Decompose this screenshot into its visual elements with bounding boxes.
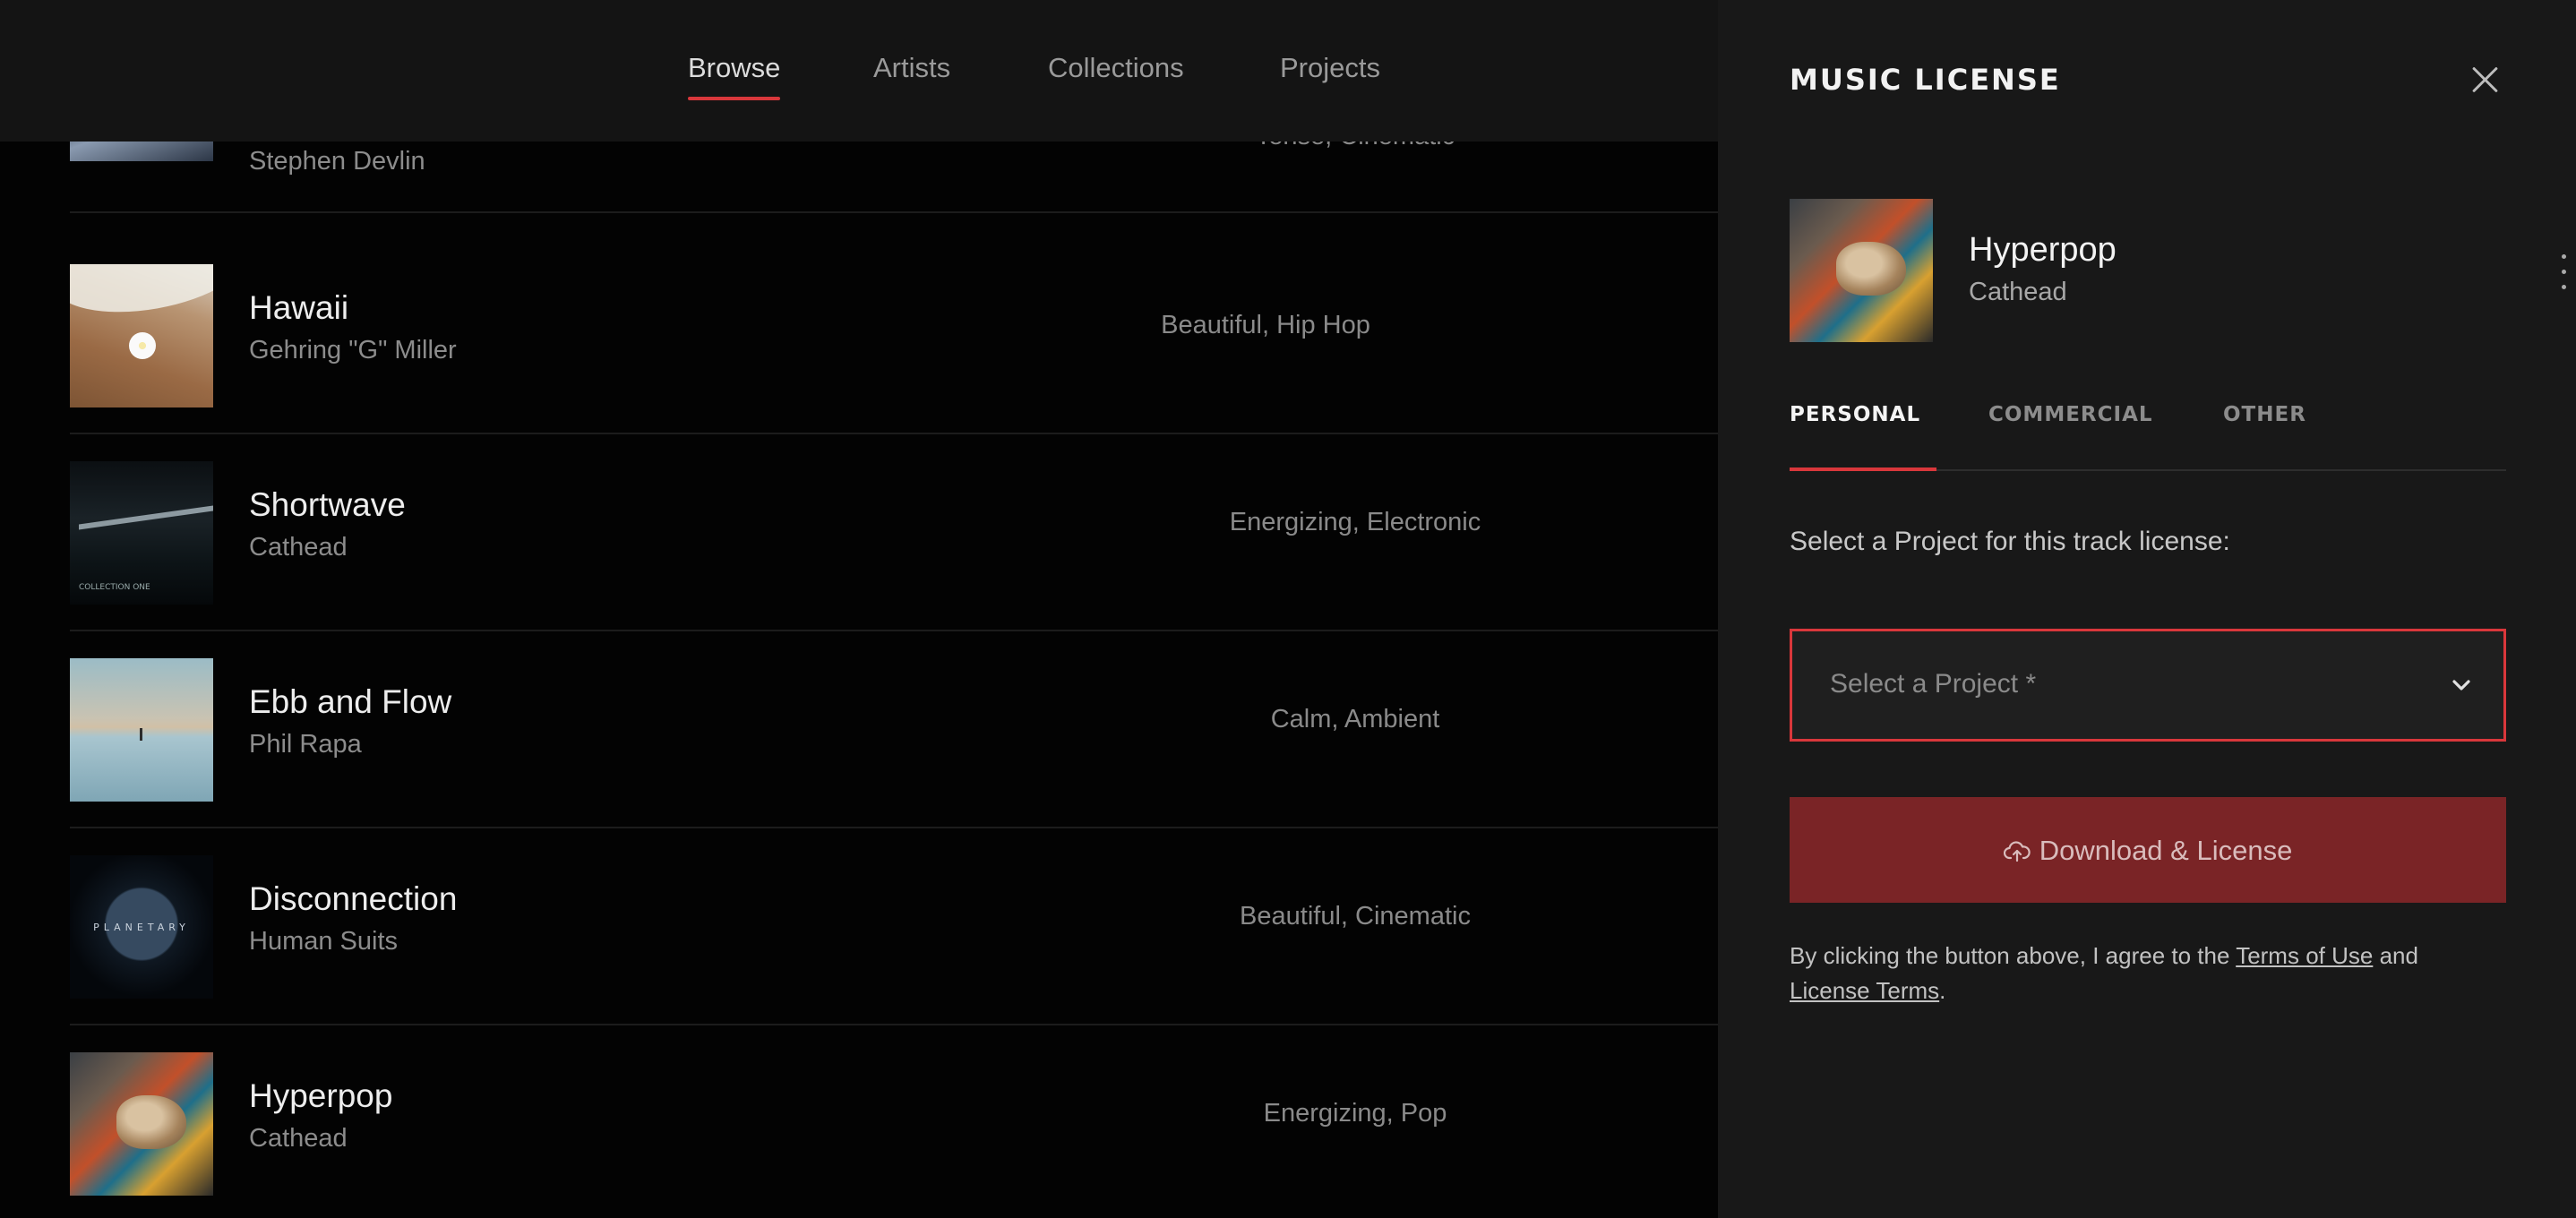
nav-label: Projects — [1280, 52, 1380, 83]
tab-other[interactable]: OTHER — [2223, 403, 2306, 426]
active-nav-indicator — [688, 97, 781, 100]
tag[interactable]: Ambient — [1331, 705, 1439, 733]
download-label: Download & License — [2039, 835, 2293, 866]
track-list: Stephen Devlin TenseCinematic Hawaii Geh… — [0, 0, 1718, 1218]
list-item[interactable]: COLLECTION ONE Shortwave Cathead Energiz… — [70, 434, 1718, 631]
album-artwork — [70, 1052, 213, 1196]
track-tags: EnergizingElectronic — [1055, 508, 1655, 537]
license-tabs: PERSONAL COMMERCIAL OTHER — [1790, 403, 2506, 471]
browse-area: Stephen Devlin TenseCinematic Hawaii Geh… — [0, 0, 1718, 1218]
selected-track-artist: Cathead — [1969, 278, 2067, 306]
tag[interactable]: Cinematic — [1341, 902, 1471, 931]
tag[interactable]: Pop — [1387, 1099, 1447, 1128]
track-tags: CalmAmbient — [1055, 705, 1655, 734]
nav-label: Collections — [1048, 52, 1184, 83]
cat-shape — [116, 1095, 186, 1149]
track-artist[interactable]: Human Suits — [249, 927, 398, 956]
track-artist[interactable]: Phil Rapa — [249, 730, 362, 759]
active-tab-indicator — [1790, 467, 1936, 471]
track-title[interactable]: Hawaii — [249, 289, 348, 327]
tag[interactable]: Electronic — [1352, 508, 1481, 536]
tag[interactable]: Calm — [1271, 705, 1332, 733]
track-title[interactable]: Disconnection — [249, 880, 457, 918]
flower-shape — [129, 332, 156, 359]
download-license-button[interactable]: Download & License — [1790, 797, 2506, 903]
track-title[interactable]: Shortwave — [249, 486, 406, 524]
cat-shape — [1836, 242, 1906, 296]
list-item[interactable]: Hawaii Gehring "G" Miller BeautifulHip H… — [70, 237, 1718, 434]
track-title[interactable]: Hyperpop — [249, 1077, 392, 1115]
track-title[interactable]: Ebb and Flow — [249, 683, 451, 721]
nav-label: Artists — [873, 52, 951, 83]
wave-shape — [70, 264, 213, 326]
track-tags: EnergizingPop — [1055, 1099, 1655, 1128]
list-item[interactable]: PLANETARY Disconnection Human Suits Beau… — [70, 828, 1718, 1025]
track-artist[interactable]: Cathead — [249, 533, 348, 562]
album-artwork — [70, 658, 213, 802]
artwork-caption: PLANETARY — [93, 922, 190, 933]
list-item[interactable]: Hyperpop Cathead EnergizingPop — [70, 1025, 1718, 1218]
selected-track-title: Hyperpop — [1969, 231, 2117, 269]
figure-shape — [140, 728, 142, 741]
artwork-caption: COLLECTION ONE — [79, 583, 150, 592]
select-placeholder: Select a Project * — [1830, 669, 2037, 699]
album-artwork: COLLECTION ONE — [70, 461, 213, 605]
track-artist[interactable]: Stephen Devlin — [249, 147, 425, 176]
nav-projects[interactable]: Projects — [1280, 52, 1380, 84]
tag[interactable]: Beautiful — [1240, 902, 1341, 931]
nav-label: Browse — [688, 52, 781, 83]
license-disclaimer: By clicking the button above, I agree to… — [1790, 939, 2506, 1008]
album-artwork: PLANETARY — [70, 855, 213, 999]
track-tags: BeautifulCinematic — [1055, 902, 1655, 931]
cloud-upload-icon — [2003, 841, 2031, 862]
top-navigation: Browse Artists Collections Projects — [0, 0, 1718, 142]
terms-of-use-link[interactable]: Terms of Use — [2236, 942, 2373, 969]
track-tags: BeautifulHip Hop — [966, 311, 1566, 340]
license-panel: MUSIC LICENSE Hyperpop Cathead PERSONAL … — [1718, 0, 2576, 1218]
track-artist[interactable]: Cathead — [249, 1124, 348, 1154]
disclaimer-suffix: . — [1939, 977, 1946, 1004]
list-item[interactable]: Ebb and Flow Phil Rapa CalmAmbient — [70, 631, 1718, 828]
album-artwork — [70, 264, 213, 407]
tag[interactable]: Hip Hop — [1262, 311, 1370, 339]
nav-artists[interactable]: Artists — [873, 52, 950, 84]
disclaimer-prefix: By clicking the button above, I agree to… — [1790, 942, 2237, 969]
panel-title: MUSIC LICENSE — [1790, 63, 2061, 97]
project-select[interactable]: Select a Project * — [1790, 629, 2506, 742]
tag[interactable]: Energizing — [1264, 1099, 1387, 1128]
pier-shape — [79, 505, 213, 530]
chevron-down-icon — [2452, 680, 2470, 690]
tag[interactable]: Beautiful — [1161, 311, 1262, 339]
tag[interactable]: Energizing — [1230, 508, 1352, 536]
tab-commercial[interactable]: COMMERCIAL — [1988, 403, 2153, 426]
license-terms-link[interactable]: License Terms — [1790, 977, 1939, 1004]
more-vertical-icon[interactable] — [2555, 253, 2572, 292]
nav-collections[interactable]: Collections — [1048, 52, 1184, 84]
tab-personal[interactable]: PERSONAL — [1790, 403, 1920, 426]
album-artwork — [1790, 199, 1933, 342]
close-icon[interactable] — [2470, 64, 2501, 95]
select-prompt: Select a Project for this track license: — [1790, 527, 2230, 556]
selected-track-card: Hyperpop Cathead — [1790, 199, 2566, 342]
nav-browse[interactable]: Browse — [688, 52, 781, 100]
disclaimer-middle: and — [2373, 942, 2418, 969]
track-artist[interactable]: Gehring "G" Miller — [249, 336, 457, 365]
